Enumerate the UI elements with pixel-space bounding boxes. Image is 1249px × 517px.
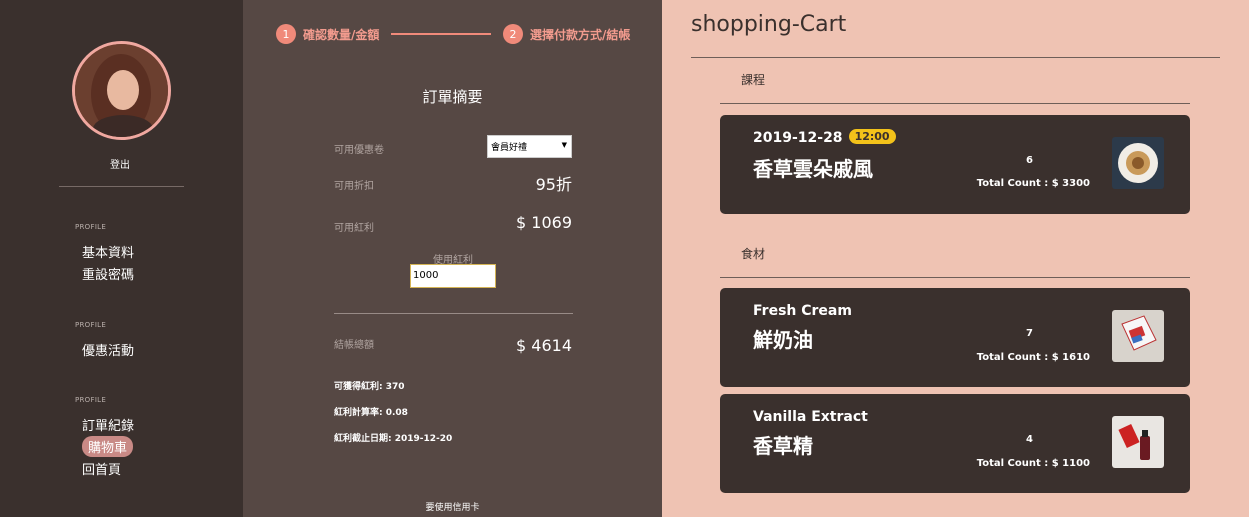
sidebar-item-home[interactable]: 回首頁 — [82, 459, 121, 478]
item-quantity[interactable]: 4 — [1026, 434, 1033, 445]
cart-title-divider — [691, 57, 1220, 58]
ingredient-category-label: 食材 — [741, 247, 766, 261]
discount-label: 可用折扣 — [334, 181, 374, 192]
product-thumbnail — [1112, 310, 1164, 362]
cake-image-icon — [1112, 137, 1164, 189]
step-2[interactable]: 2 選擇付款方式/結帳 — [503, 24, 630, 44]
sidebar-item-promotions[interactable]: 優惠活動 — [82, 340, 134, 359]
summary-divider — [334, 313, 573, 314]
step-number: 2 — [503, 24, 523, 44]
coupon-selected-value: 會員好禮 — [491, 143, 528, 153]
sidebar: 登出 PROFILE 基本資料 重設密碼 PROFILE 優惠活動 PROFIL… — [0, 0, 243, 517]
product-thumbnail — [1112, 137, 1164, 189]
bonus-expiry-text: 紅利截止日期: 2019-12-20 — [334, 434, 453, 444]
cart-item-ingredient[interactable]: Fresh Cream 鮮奶油 7 Total Count : $ 1610 — [720, 288, 1190, 387]
sidebar-item-basic-info[interactable]: 基本資料 — [82, 242, 134, 261]
cart-title: shopping-Cart — [691, 12, 847, 37]
step-label: 選擇付款方式/結帳 — [530, 27, 631, 42]
step-label: 確認數量/金額 — [303, 27, 380, 42]
course-name: 香草雲朵戚風 — [753, 157, 873, 181]
item-total: Total Count : $ 3300 — [976, 178, 1090, 189]
credit-card-option[interactable]: 要使用信用卡 — [243, 500, 662, 513]
discount-value: 95折 — [535, 175, 572, 194]
ingredient-divider — [720, 277, 1190, 278]
vanilla-bottle-icon — [1112, 416, 1164, 468]
total-value: $ 4614 — [516, 336, 572, 355]
coupon-select[interactable]: 會員好禮 ▼ — [487, 135, 572, 158]
section-label: PROFILE — [75, 396, 107, 404]
sidebar-item-orders[interactable]: 訂單紀錄 — [82, 415, 134, 434]
item-total: Total Count : $ 1100 — [976, 458, 1090, 469]
step-connector — [391, 33, 491, 35]
item-quantity[interactable]: 7 — [1026, 328, 1033, 339]
sidebar-item-cart[interactable]: 購物車 — [82, 436, 134, 457]
bonus-label: 可用紅利 — [334, 223, 374, 234]
course-category-label: 課程 — [741, 73, 766, 87]
coupon-label: 可用優惠卷 — [334, 145, 384, 156]
course-date: 2019-12-28 12:00 — [753, 129, 896, 146]
avatar[interactable] — [72, 41, 171, 140]
avatar-photo-icon — [75, 44, 168, 137]
total-label: 結帳總額 — [334, 340, 374, 351]
ingredient-name-en: Fresh Cream — [753, 303, 852, 319]
item-quantity[interactable]: 6 — [1026, 155, 1033, 166]
time-badge: 12:00 — [848, 129, 896, 144]
ingredient-name-en: Vanilla Extract — [753, 409, 868, 425]
section-label: PROFILE — [75, 321, 107, 329]
bonus-rate-text: 紅利計算率: 0.08 — [334, 408, 408, 418]
sidebar-divider — [59, 186, 184, 187]
section-label: PROFILE — [75, 223, 107, 231]
ingredient-name-zh: 香草精 — [753, 434, 813, 458]
step-number: 1 — [276, 24, 296, 44]
summary-title: 訂單摘要 — [422, 88, 483, 106]
bonus-value: $ 1069 — [516, 213, 572, 232]
cream-carton-icon — [1112, 310, 1164, 362]
cart-item-course[interactable]: 2019-12-28 12:00 香草雲朵戚風 6 Total Count : $… — [720, 115, 1190, 214]
item-total: Total Count : $ 1610 — [976, 352, 1090, 363]
chevron-down-icon: ▼ — [561, 141, 567, 149]
sidebar-item-reset-password[interactable]: 重設密碼 — [82, 264, 134, 283]
use-bonus-input[interactable]: 1000 — [410, 264, 496, 288]
step-1[interactable]: 1 確認數量/金額 — [276, 24, 379, 44]
course-date-text: 2019-12-28 — [753, 130, 843, 146]
course-divider — [720, 103, 1190, 104]
product-thumbnail — [1112, 416, 1164, 468]
cart-item-ingredient[interactable]: Vanilla Extract 香草精 4 Total Count : $ 11… — [720, 394, 1190, 493]
ingredient-name-zh: 鮮奶油 — [753, 328, 813, 352]
earn-bonus-text: 可獲得紅利: 370 — [334, 382, 405, 392]
logout-button[interactable]: 登出 — [0, 156, 240, 171]
